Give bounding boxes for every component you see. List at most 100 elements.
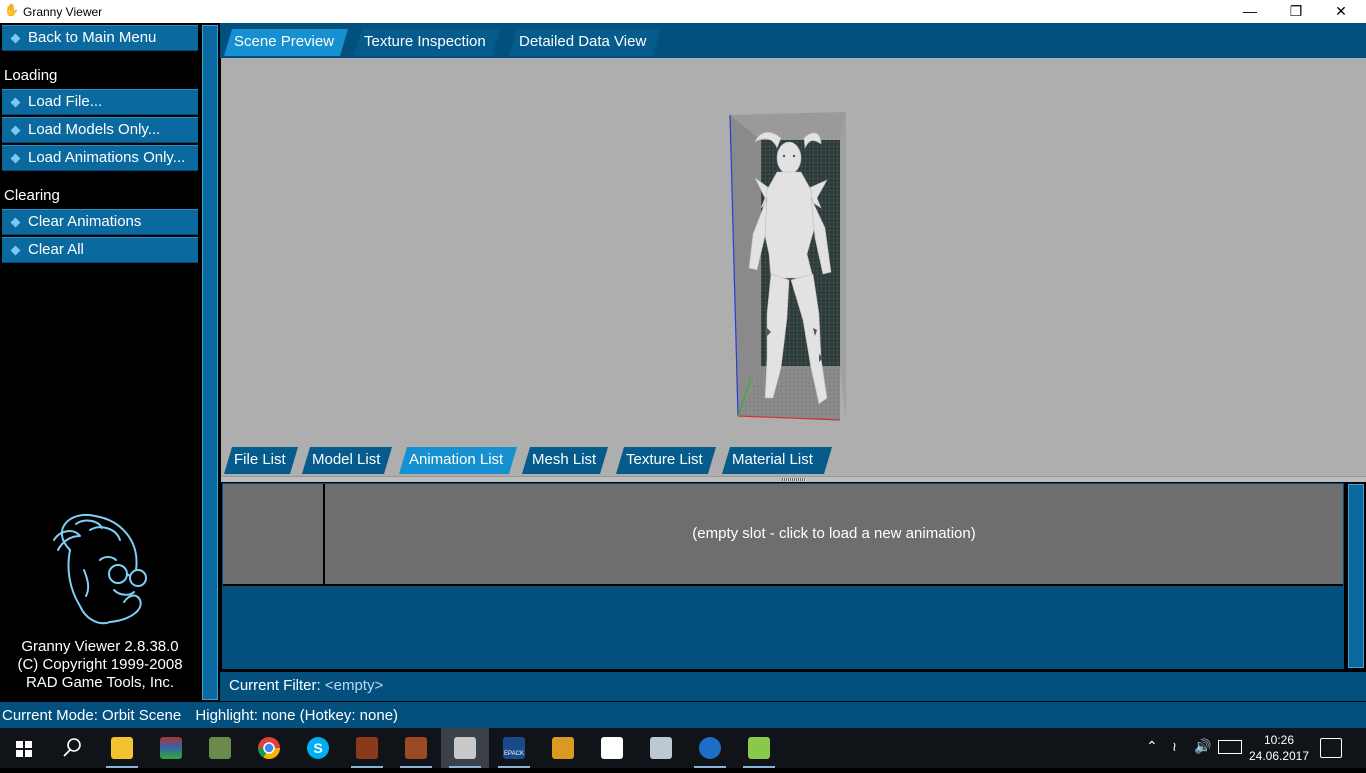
title-bar: ✋ Granny Viewer — ❐ ✕ <box>0 0 1366 23</box>
animation-slot-thumbnail[interactable] <box>223 484 325 585</box>
back-to-main-menu-button[interactable]: Back to Main Menu <box>2 25 198 51</box>
company-text: RAD Game Tools, Inc. <box>25 674 175 691</box>
photos-icon[interactable] <box>588 728 636 768</box>
button-label: Load Animations Only... <box>28 149 186 166</box>
load-file-button[interactable]: Load File... <box>2 89 198 115</box>
diamond-bullet-icon <box>10 33 21 44</box>
chrome-icon[interactable] <box>245 728 293 768</box>
model-preview <box>729 112 846 421</box>
button-label: Load Models Only... <box>28 121 161 138</box>
tab-label: Texture List <box>626 451 703 468</box>
filter-bar: Current Filter: <empty> <box>220 672 1366 701</box>
tab-label: Detailed Data View <box>519 33 647 50</box>
clock-date: 24.06.2017 <box>1248 749 1310 763</box>
clear-animations-button[interactable]: Clear Animations <box>2 209 198 235</box>
volume-icon[interactable]: 🔊 <box>1194 738 1211 755</box>
skype-icon[interactable]: S <box>294 728 342 768</box>
clock-time: 10:26 <box>1263 733 1295 747</box>
magnifier-icon <box>63 738 81 757</box>
scene-viewport[interactable] <box>221 58 1366 476</box>
svg-text:S: S <box>313 740 322 756</box>
network-app-icon[interactable] <box>196 728 244 768</box>
game-avatar-icon-2[interactable] <box>392 728 440 768</box>
tab-model-list[interactable]: Model List <box>302 447 392 474</box>
winrar-icon[interactable] <box>147 728 195 768</box>
bottom-tab-bar: File List Model List Animation List Mesh… <box>220 445 1366 477</box>
notifications-icon[interactable] <box>1320 738 1342 758</box>
system-tray: ⌃ ≀ 🔊 <box>1140 728 1246 768</box>
window-title: Granny Viewer <box>23 5 103 19</box>
game-avatar-icon[interactable] <box>343 728 391 768</box>
close-button[interactable]: ✕ <box>1318 0 1364 23</box>
wifi-icon[interactable]: ≀ <box>1172 739 1177 755</box>
current-mode-text: Current Mode: Orbit Scene <box>2 707 182 724</box>
button-label: Back to Main Menu <box>28 29 157 46</box>
image-viewer-icon[interactable] <box>637 728 685 768</box>
metin2-icon[interactable] <box>539 728 587 768</box>
scrollbar-thumb[interactable] <box>1348 484 1364 668</box>
filter-value[interactable]: <empty> <box>325 677 383 694</box>
granny-app-icon: ✋ <box>4 3 19 17</box>
tab-texture-list[interactable]: Texture List <box>616 447 716 474</box>
animation-list-scrollbar[interactable] <box>1346 482 1366 670</box>
version-text: Granny Viewer 2.8.38.0 <box>21 638 179 655</box>
file-explorer-icon[interactable] <box>98 728 146 768</box>
diamond-bullet-icon <box>10 245 21 256</box>
tab-mesh-list[interactable]: Mesh List <box>522 447 608 474</box>
clear-all-button[interactable]: Clear All <box>2 237 198 263</box>
diamond-bullet-icon <box>10 125 21 136</box>
slot-divider <box>223 584 1343 586</box>
status-bar: Current Mode: Orbit Scene Highlight: non… <box>0 702 1366 728</box>
diamond-bullet-icon <box>10 217 21 228</box>
animation-list-panel: (empty slot - click to load a new animat… <box>221 482 1345 670</box>
chrome-logo-icon <box>258 737 280 759</box>
tab-label: Material List <box>732 451 813 468</box>
windows-taskbar: S EPACK ⌃ ≀ 🔊 10:26 24.06.2017 <box>0 728 1366 768</box>
tab-label: Model List <box>312 451 381 468</box>
button-label: Clear Animations <box>28 213 142 230</box>
tab-label: Mesh List <box>532 451 597 468</box>
tray-chevron-up-icon[interactable]: ⌃ <box>1146 738 1158 755</box>
windows-logo-icon <box>16 741 32 757</box>
load-animations-only-button[interactable]: Load Animations Only... <box>2 145 198 171</box>
tab-label: Animation List <box>409 451 504 468</box>
tab-label: File List <box>234 451 286 468</box>
clearing-heading: Clearing <box>4 187 60 204</box>
diamond-bullet-icon <box>10 97 21 108</box>
keyboard-icon[interactable] <box>1218 740 1242 754</box>
tab-scene-preview[interactable]: Scene Preview <box>224 29 348 56</box>
copyright-text: (C) Copyright 1999-2008 <box>17 656 183 673</box>
notepad-icon[interactable] <box>735 728 783 768</box>
filter-label: Current Filter: <box>229 677 321 694</box>
granny-viewer-icon[interactable] <box>441 728 489 768</box>
app-icon[interactable] <box>686 728 734 768</box>
tab-label: Scene Preview <box>234 33 335 50</box>
tab-texture-inspection[interactable]: Texture Inspection <box>354 29 500 56</box>
left-sidebar: Back to Main Menu Loading Load File... L… <box>0 23 200 702</box>
epack-icon[interactable]: EPACK <box>490 728 538 768</box>
about-info: Granny Viewer 2.8.38.0 (C) Copyright 199… <box>0 638 200 692</box>
empty-animation-slot[interactable]: (empty slot - click to load a new animat… <box>325 484 1343 585</box>
button-label: Load File... <box>28 93 103 110</box>
tab-file-list[interactable]: File List <box>224 447 298 474</box>
search-icon[interactable] <box>48 728 96 768</box>
load-models-only-button[interactable]: Load Models Only... <box>2 117 198 143</box>
highlight-text: Highlight: none (Hotkey: none) <box>195 707 399 724</box>
top-tab-bar: Scene Preview Texture Inspection Detaile… <box>220 23 1366 58</box>
tab-animation-list[interactable]: Animation List <box>399 447 517 474</box>
button-label: Clear All <box>28 241 84 258</box>
windows-start-icon[interactable] <box>0 728 48 768</box>
loading-heading: Loading <box>4 67 58 84</box>
vertical-splitter[interactable] <box>202 25 218 700</box>
tab-label: Texture Inspection <box>364 33 486 50</box>
minimize-button[interactable]: — <box>1227 0 1273 23</box>
granny-viewer-window: ✋ Granny Viewer — ❐ ✕ Back to Main Menu … <box>0 0 1366 728</box>
diamond-bullet-icon <box>10 153 21 164</box>
tab-material-list[interactable]: Material List <box>722 447 832 474</box>
epack-label: EPACK <box>503 737 525 759</box>
splitter-grip-icon[interactable] <box>782 478 806 481</box>
clock[interactable]: 10:26 24.06.2017 <box>1246 732 1312 764</box>
tab-detailed-data-view[interactable]: Detailed Data View <box>509 29 661 56</box>
restore-button[interactable]: ❐ <box>1273 0 1319 23</box>
right-wall <box>840 112 846 420</box>
